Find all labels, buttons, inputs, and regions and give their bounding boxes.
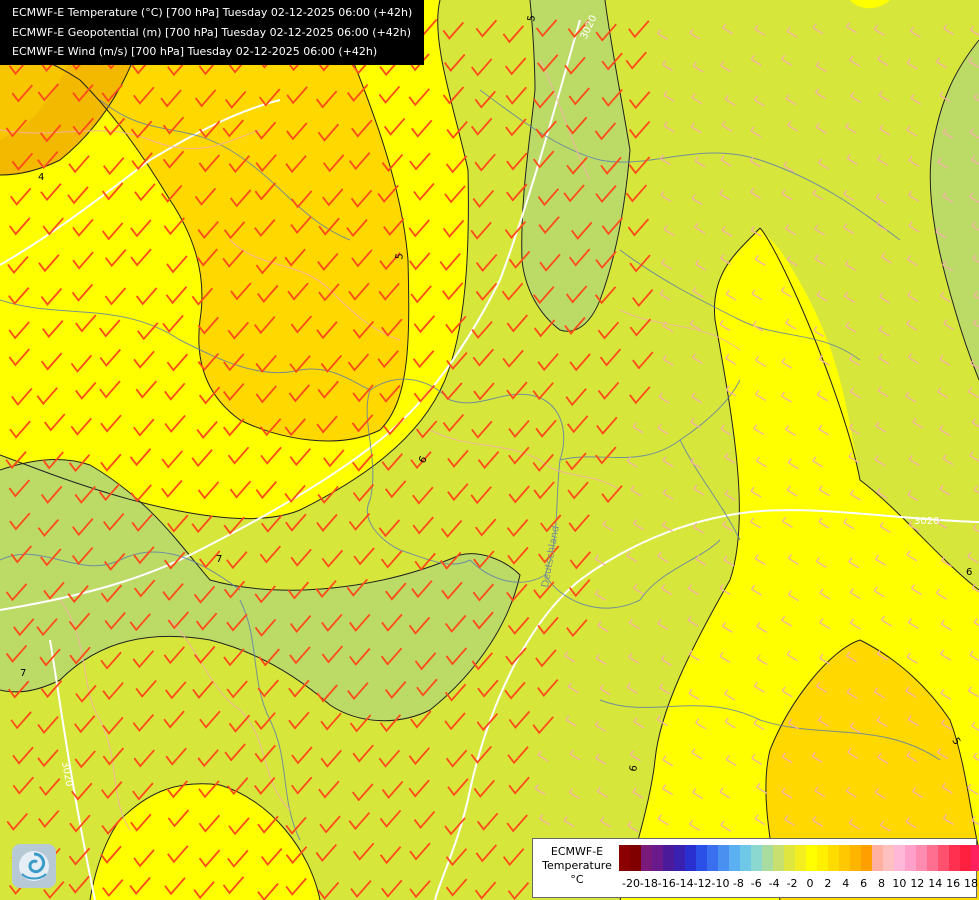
- legend-swatch: [839, 845, 850, 871]
- legend-swatch: [795, 845, 806, 871]
- legend-swatch: [971, 845, 979, 871]
- legend-tick-label: 10: [892, 877, 907, 890]
- legend-tick-label: 4: [842, 877, 850, 890]
- legend-swatch: [652, 845, 663, 871]
- legend-tick-label: -6: [750, 877, 762, 890]
- legend-swatch: [927, 845, 938, 871]
- legend-swatch: [872, 845, 883, 871]
- legend-title: ECMWF-E Temperature °C: [537, 845, 617, 887]
- legend-swatch: [696, 845, 707, 871]
- legend-tick-label: -4: [768, 877, 780, 890]
- temperature-title: ECMWF-E Temperature (°C) [700 hPa] Tuesd…: [12, 6, 413, 19]
- legend-tick-label: 2: [824, 877, 832, 890]
- legend-swatch: [685, 845, 696, 871]
- legend-swatch: [619, 845, 630, 871]
- legend-tick-label: 0: [806, 877, 814, 890]
- map-title-box: ECMWF-E Temperature (°C) [700 hPa] Tuesd…: [0, 0, 425, 65]
- isohypse-label: 3020: [914, 516, 939, 527]
- isotherm-label: 4: [38, 172, 44, 183]
- legend-tick-label: -20: [622, 877, 640, 890]
- legend-tick-label: -12: [693, 877, 712, 890]
- legend-swatch: [828, 845, 839, 871]
- legend-tick-labels: -20 -18 -16 -14 -12 -10 -8 -6 -4 -2 0 2 4 6 8 10 12 14 16 1…: [619, 877, 978, 891]
- legend-tick-label: 8: [878, 877, 886, 890]
- ecmwf-logo-icon: [12, 844, 56, 888]
- legend-swatch: [883, 845, 894, 871]
- legend-model: ECMWF-E: [550, 845, 604, 858]
- legend-tick-label: -18: [639, 877, 658, 890]
- legend-swatch: [894, 845, 905, 871]
- legend-swatch: [707, 845, 718, 871]
- legend-tick-label: 12: [910, 877, 925, 890]
- legend-swatch: [916, 845, 927, 871]
- legend-tick-label: -10: [711, 877, 730, 890]
- legend-swatch: [784, 845, 795, 871]
- legend-swatch: [641, 845, 652, 871]
- legend-swatch: [751, 845, 762, 871]
- legend-tick-label: -14: [675, 877, 694, 890]
- legend-swatch: [729, 845, 740, 871]
- legend-tick-label: -16: [657, 877, 676, 890]
- legend-swatch: [861, 845, 872, 871]
- legend-swatch: [938, 845, 949, 871]
- legend-tick-label: 6: [860, 877, 868, 890]
- weather-map: 4 5 6 7 7 6 5 5 6 3020 3020 3020 Deutsch…: [0, 0, 979, 900]
- legend-tick-label: -2: [786, 877, 798, 890]
- legend-tick-label: -8: [732, 877, 744, 890]
- legend-swatch: [905, 845, 916, 871]
- legend-swatch: [663, 845, 674, 871]
- temperature-legend: ECMWF-E Temperature °C -20 -18 -16 -14 -12 -1…: [532, 838, 979, 898]
- legend-swatch: [773, 845, 784, 871]
- legend-swatch: [674, 845, 685, 871]
- isotherm-label: 7: [20, 668, 26, 679]
- legend-swatch: [960, 845, 971, 871]
- legend-swatch: [718, 845, 729, 871]
- legend-swatch: [806, 845, 817, 871]
- wind-title: ECMWF-E Wind (m/s) [700 hPa] Tuesday 02-…: [12, 45, 378, 58]
- legend-swatch: [630, 845, 641, 871]
- legend-swatch: [817, 845, 828, 871]
- legend-swatch: [949, 845, 960, 871]
- legend-tick-label: 18: [964, 877, 978, 890]
- isotherm-label: 7: [216, 554, 222, 565]
- isotherm-label: 6: [966, 567, 972, 578]
- legend-swatch: [850, 845, 861, 871]
- legend-unit: °C: [570, 873, 584, 886]
- legend-swatch: [762, 845, 773, 871]
- legend-swatch: [740, 845, 751, 871]
- legend-tick-label: 14: [928, 877, 943, 890]
- geopotential-title: ECMWF-E Geopotential (m) [700 hPa] Tuesd…: [12, 25, 412, 39]
- legend-tick-label: 16: [946, 877, 961, 890]
- legend-color-scale: [619, 845, 979, 871]
- legend-variable: Temperature: [542, 859, 612, 872]
